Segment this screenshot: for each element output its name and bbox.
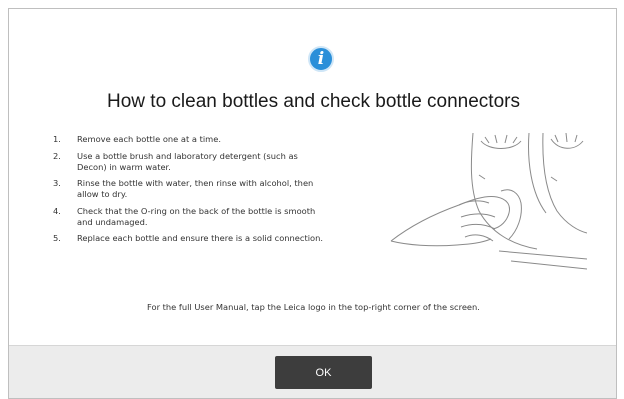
ok-button[interactable]: OK [275, 356, 372, 389]
help-dialog: i How to clean bottles and check bottle … [8, 8, 617, 399]
instruction-step: 1. Remove each bottle one at a time. [53, 134, 323, 145]
step-number: 4. [53, 205, 61, 216]
dialog-footer: OK [9, 345, 616, 398]
step-text: Replace each bottle and ensure there is … [77, 233, 323, 243]
instruction-step: 2. Use a bottle brush and laboratory dete… [53, 151, 323, 173]
step-number: 2. [53, 150, 61, 161]
instruction-list: 1. Remove each bottle one at a time. 2. Us… [53, 134, 323, 250]
manual-note: For the full User Manual, tap the Leica … [147, 302, 480, 312]
step-text: Remove each bottle one at a time. [77, 134, 222, 144]
step-text: Rinse the bottle with water, then rinse … [77, 178, 314, 199]
step-text: Check that the O-ring on the back of the… [77, 205, 316, 227]
step-number: 5. [53, 233, 61, 243]
step-number: 3. [53, 178, 61, 188]
instruction-step: 3. Rinse the bottle with water, then rins… [53, 178, 323, 200]
dialog-title: How to clean bottles and check bottle co… [107, 91, 520, 112]
step-text: Use a bottle brush and laboratory deterg… [77, 150, 298, 172]
info-icon: i [308, 46, 334, 72]
step-number: 1. [53, 134, 61, 144]
bottle-cleaning-illustration [390, 133, 587, 270]
instruction-step: 4. Check that the O-ring on the back of t… [53, 206, 323, 228]
instruction-step: 5. Replace each bottle and ensure there i… [53, 233, 323, 244]
